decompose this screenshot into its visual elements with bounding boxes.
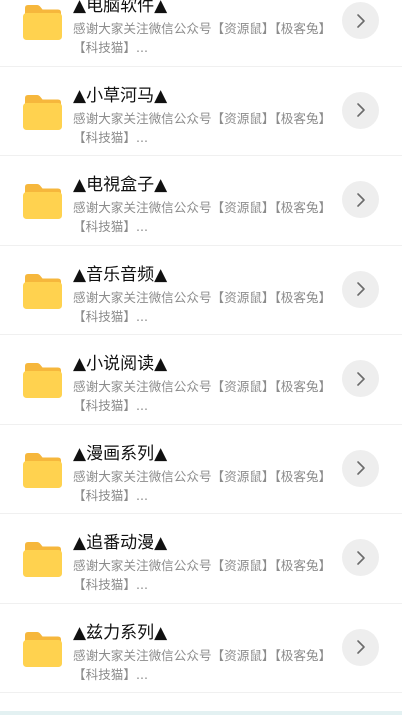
folder-description: 感谢大家关注微信公众号【资源鼠】【极客兔】【科技猫】... xyxy=(73,21,332,55)
chevron-right-icon xyxy=(356,13,365,28)
list-item[interactable]: ▲小说阅读▲ 感谢大家关注微信公众号【资源鼠】【极客兔】【科技猫】... xyxy=(0,335,402,425)
list-item[interactable]: ▲音乐音频▲ 感谢大家关注微信公众号【资源鼠】【极客兔】【科技猫】... xyxy=(0,246,402,335)
folder-title: ▲小草河马▲ xyxy=(73,85,168,106)
folder-icon xyxy=(22,273,63,310)
open-folder-button[interactable] xyxy=(342,449,379,487)
folder-title: ▲漫画系列▲ xyxy=(73,443,168,464)
list-item[interactable]: ▲电脑软件▲ 感谢大家关注微信公众号【资源鼠】【极客兔】【科技猫】... xyxy=(0,0,402,67)
folder-description: 感谢大家关注微信公众号【资源鼠】【极客兔】【科技猫】... xyxy=(73,558,332,592)
chevron-right-icon xyxy=(356,550,365,565)
folder-icon xyxy=(22,452,63,489)
folder-description: 感谢大家关注微信公众号【资源鼠】【极客兔】【科技猫】... xyxy=(73,379,332,413)
folder-icon xyxy=(22,94,63,131)
open-folder-button[interactable] xyxy=(342,539,379,576)
open-folder-button[interactable] xyxy=(342,181,379,218)
folder-description: 感谢大家关注微信公众号【资源鼠】【极客兔】【科技猫】... xyxy=(73,468,332,503)
folder-title: ▲追番动漫▲ xyxy=(73,533,168,553)
chevron-right-icon xyxy=(356,371,365,386)
open-folder-button[interactable] xyxy=(342,270,379,308)
list-item[interactable]: ▲追番动漫▲ 感谢大家关注微信公众号【资源鼠】【极客兔】【科技猫】... xyxy=(0,514,402,604)
screen: ▲电脑软件▲ 感谢大家关注微信公众号【资源鼠】【极客兔】【科技猫】... ▲小草河马… xyxy=(0,0,402,715)
folder-title: ▲电脑软件▲ xyxy=(73,0,168,16)
folder-title: ▲电視盒子▲ xyxy=(73,175,168,195)
chevron-right-icon xyxy=(356,282,365,296)
folder-description: 感谢大家关注微信公众号【资源鼠】【极客兔】【科技猫】... xyxy=(73,289,332,324)
open-folder-button[interactable] xyxy=(342,91,379,129)
folder-icon xyxy=(22,362,63,399)
open-folder-button[interactable] xyxy=(342,360,379,397)
open-folder-button[interactable] xyxy=(342,2,379,39)
folder-title: ▲音乐音频▲ xyxy=(73,264,168,285)
chevron-right-icon xyxy=(356,640,365,654)
list-item[interactable]: ▲兹力系列▲ 感谢大家关注微信公众号【资源鼠】【极客兔】【科技猫】... xyxy=(0,604,402,693)
folder-description: 感谢大家关注微信公众号【资源鼠】【极客兔】【科技猫】... xyxy=(73,110,332,145)
folder-icon xyxy=(22,631,63,668)
list-item[interactable]: ▲小草河马▲ 感谢大家关注微信公众号【资源鼠】【极客兔】【科技猫】... xyxy=(0,67,402,156)
folder-icon xyxy=(22,183,63,220)
list-item[interactable]: ▲电視盒子▲ 感谢大家关注微信公众号【资源鼠】【极客兔】【科技猫】... xyxy=(0,156,402,246)
folder-list: ▲电脑软件▲ 感谢大家关注微信公众号【资源鼠】【极客兔】【科技猫】... ▲小草河马… xyxy=(0,0,402,693)
chevron-right-icon xyxy=(356,192,365,207)
folder-title: ▲兹力系列▲ xyxy=(73,622,168,643)
folder-description: 感谢大家关注微信公众号【资源鼠】【极客兔】【科技猫】... xyxy=(73,200,332,234)
folder-description: 感谢大家关注微信公众号【资源鼠】【极客兔】【科技猫】... xyxy=(73,647,332,682)
folder-icon xyxy=(22,4,63,41)
chevron-right-icon xyxy=(356,103,365,117)
chevron-right-icon xyxy=(356,461,365,475)
list-item[interactable]: ▲漫画系列▲ 感谢大家关注微信公众号【资源鼠】【极客兔】【科技猫】... xyxy=(0,425,402,514)
folder-title: ▲小说阅读▲ xyxy=(73,354,168,374)
open-folder-button[interactable] xyxy=(342,628,379,666)
bottom-strip xyxy=(0,711,402,715)
folder-icon xyxy=(22,541,63,578)
